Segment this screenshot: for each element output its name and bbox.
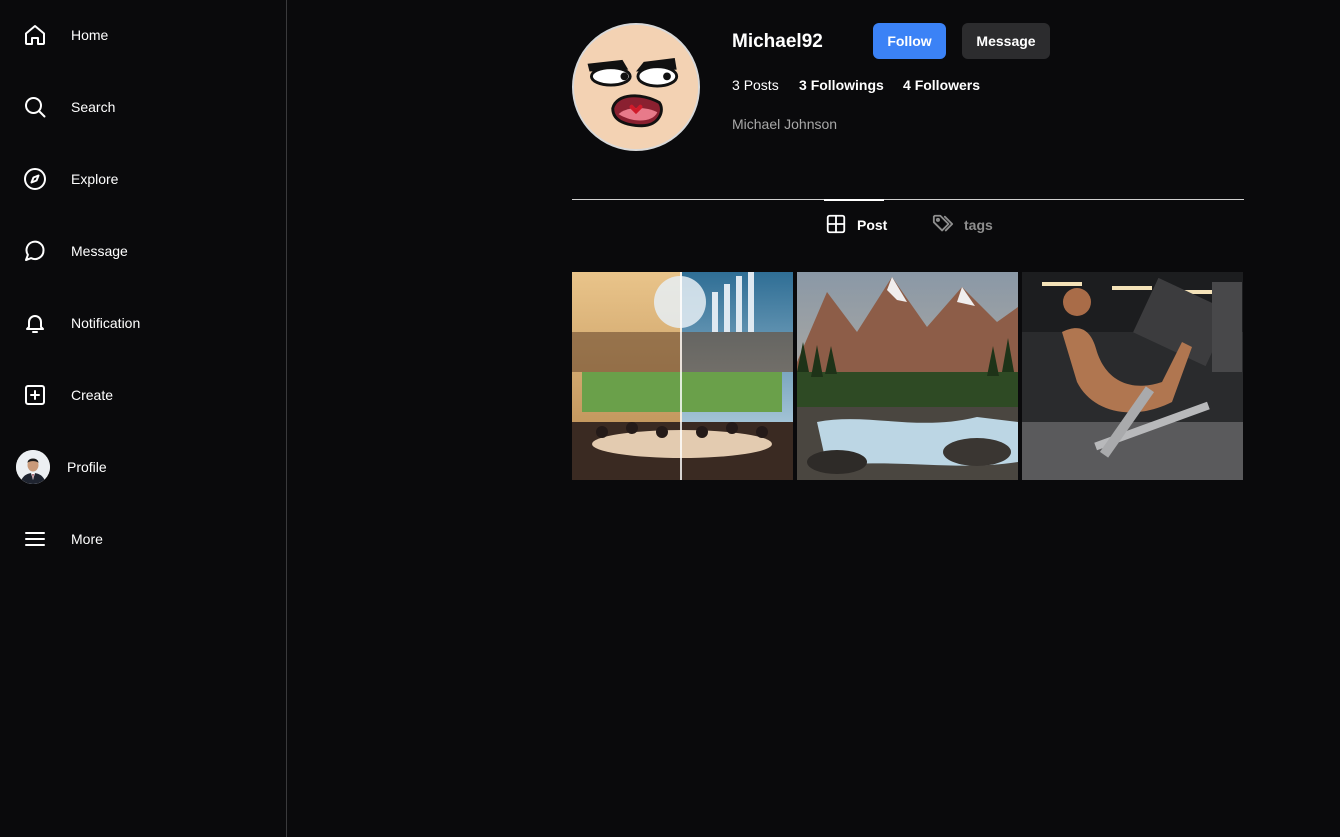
followers-label: Followers — [914, 77, 981, 93]
tag-icon — [932, 213, 954, 238]
sidebar-item-label: Explore — [71, 171, 119, 187]
sidebar-item-label: Profile — [67, 459, 107, 475]
chat-bubble-icon — [22, 238, 48, 264]
hamburger-icon — [22, 526, 48, 552]
post-thumbnail[interactable] — [1022, 272, 1243, 480]
profile-avatar[interactable] — [572, 23, 700, 151]
posts-count: 3 — [732, 77, 740, 93]
sidebar-item-label: Search — [71, 99, 116, 115]
sidebar-item-home[interactable]: Home — [0, 7, 286, 63]
plus-square-icon — [22, 382, 48, 408]
sidebar-item-create[interactable]: Create — [0, 367, 286, 423]
sidebar-item-search[interactable]: Search — [0, 79, 286, 135]
sidebar-item-profile[interactable]: Profile — [0, 439, 286, 495]
sidebar-item-label: Home — [71, 27, 109, 43]
follow-button[interactable]: Follow — [873, 23, 946, 59]
tab-tags-label: tags — [964, 217, 993, 233]
active-tab-indicator — [824, 199, 884, 201]
followers-count: 4 — [903, 77, 911, 93]
gym-leg-press-image — [1022, 272, 1243, 480]
sidebar-item-label: More — [71, 531, 103, 547]
profile-main: Michael92 Follow Message 3 Posts 3 Follo… — [288, 0, 1340, 837]
sidebar-item-label: Notification — [71, 315, 141, 331]
sidebar-item-explore[interactable]: Explore — [0, 151, 286, 207]
followings-stat[interactable]: 3 Followings — [799, 77, 884, 93]
post-thumbnail[interactable] — [572, 272, 793, 480]
followings-count: 3 — [799, 77, 807, 93]
sidebar-item-message[interactable]: Message — [0, 223, 286, 279]
avatar — [16, 450, 50, 484]
tab-post[interactable]: Post — [825, 212, 887, 238]
compass-icon — [22, 166, 48, 192]
posts-stat: 3 Posts — [732, 77, 779, 93]
sidebar: Home Search Explore Message Notification… — [0, 0, 287, 837]
post-thumbnail[interactable] — [797, 272, 1018, 480]
profile-full-name: Michael Johnson — [732, 116, 838, 132]
post-grid — [572, 272, 1244, 480]
mountain-river-image — [797, 272, 1018, 480]
search-icon — [22, 94, 48, 120]
tab-tags[interactable]: tags — [932, 212, 993, 238]
profile-username: Michael92 — [732, 31, 823, 52]
bell-icon — [22, 310, 48, 336]
tabs-divider — [572, 199, 1244, 200]
tab-post-label: Post — [857, 217, 888, 233]
sidebar-item-label: Message — [71, 243, 128, 259]
stadium-boardroom-image — [572, 272, 793, 480]
followings-label: Followings — [810, 77, 884, 93]
message-button[interactable]: Message — [962, 23, 1050, 59]
home-icon — [22, 22, 48, 48]
grid-icon — [825, 213, 847, 238]
sidebar-item-more[interactable]: More — [0, 511, 286, 567]
posts-label: Posts — [743, 77, 779, 93]
sidebar-item-label: Create — [71, 387, 114, 403]
sidebar-item-notification[interactable]: Notification — [0, 295, 286, 351]
followers-stat[interactable]: 4 Followers — [903, 77, 980, 93]
